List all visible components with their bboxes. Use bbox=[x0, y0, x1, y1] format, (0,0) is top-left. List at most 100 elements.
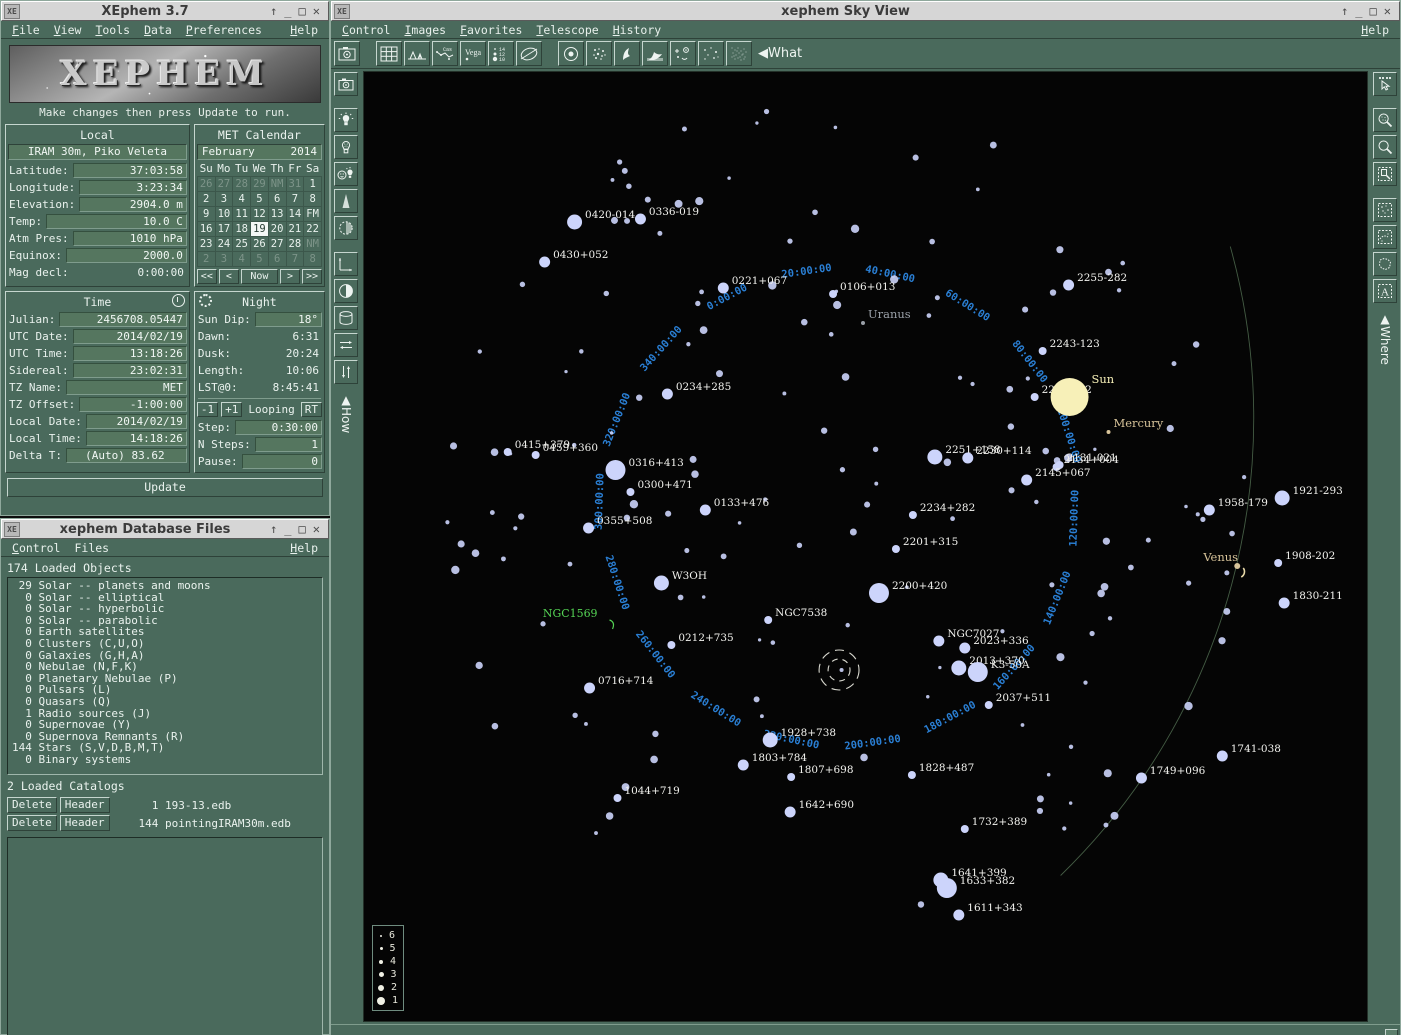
menu-tools[interactable]: Tools bbox=[88, 23, 137, 37]
sky-object-dot[interactable] bbox=[635, 214, 646, 225]
loop-rt-button[interactable]: RT bbox=[301, 402, 322, 417]
sky-object-dot[interactable] bbox=[1021, 475, 1032, 486]
sky-object-dot[interactable] bbox=[829, 290, 837, 298]
object-type-row[interactable]: 0 Clusters (C,U,O) bbox=[12, 638, 318, 650]
calendar-day[interactable]: 5 bbox=[251, 252, 269, 267]
menu-view[interactable]: View bbox=[47, 23, 89, 37]
catalog-header-button[interactable]: Header bbox=[60, 797, 110, 813]
calendar-day[interactable]: 21 bbox=[286, 222, 304, 237]
calendar-day[interactable]: 25 bbox=[233, 237, 251, 252]
calendar-day[interactable]: 12 bbox=[251, 207, 269, 222]
catalog-delete-button[interactable]: Delete bbox=[7, 815, 57, 831]
calendar-day[interactable]: 6 bbox=[268, 192, 286, 207]
star-cluster-icon[interactable] bbox=[586, 41, 612, 66]
sky-object-dot[interactable] bbox=[951, 661, 966, 676]
object-type-row[interactable]: 0 Quasars (Q) bbox=[12, 696, 318, 708]
value-delta-t[interactable]: (Auto) 83.62 bbox=[66, 448, 187, 463]
object-type-row[interactable]: 29 Solar -- planets and moons bbox=[12, 580, 318, 592]
value-atm-pres[interactable]: 1010 hPa bbox=[73, 231, 187, 246]
planet-dot-sun[interactable] bbox=[1051, 378, 1089, 416]
calendar-day[interactable]: 10 bbox=[215, 207, 233, 222]
sky-menu-history[interactable]: History bbox=[606, 23, 668, 37]
calendar-day[interactable]: 29 bbox=[251, 177, 269, 192]
sky-window-buttons[interactable]: ↑ _ □ ✕ bbox=[1341, 4, 1397, 18]
sky-menu-help[interactable]: Help bbox=[1354, 23, 1396, 37]
calendar-day[interactable]: 14 bbox=[286, 207, 304, 222]
what-label[interactable]: ◀What bbox=[754, 46, 802, 61]
calendar-day[interactable]: 27 bbox=[268, 237, 286, 252]
calendar-day[interactable]: 8 bbox=[304, 252, 322, 267]
value-tz-offset[interactable]: -1:00:00 bbox=[79, 397, 187, 412]
halftone-icon[interactable] bbox=[334, 216, 358, 240]
sky-object-dot[interactable] bbox=[962, 453, 973, 464]
calendar-day[interactable]: 22 bbox=[304, 222, 322, 237]
object-type-row[interactable]: 0 Supernovae (Y) bbox=[12, 719, 318, 731]
calendar-day[interactable]: 1 bbox=[304, 177, 322, 192]
menu-file[interactable]: File bbox=[5, 23, 47, 37]
calendar-day[interactable]: 4 bbox=[233, 192, 251, 207]
value-step[interactable]: 0:30:00 bbox=[235, 420, 322, 435]
maximize-up-icon[interactable]: ↑ bbox=[1341, 4, 1348, 18]
value-utc-time[interactable]: 13:18:26 bbox=[73, 346, 187, 361]
star-names-icon[interactable]: Vega bbox=[460, 41, 486, 66]
how-label[interactable]: ▲How bbox=[339, 393, 353, 433]
pointer-icon[interactable] bbox=[1373, 72, 1397, 96]
value-local-time[interactable]: 14:18:26 bbox=[86, 431, 187, 446]
calendar-day[interactable]: 3 bbox=[215, 252, 233, 267]
field-stars-icon[interactable] bbox=[698, 41, 724, 66]
calendar-day[interactable]: NM bbox=[268, 177, 286, 192]
sky-object-dot[interactable] bbox=[1275, 491, 1290, 506]
object-type-row[interactable]: 0 Binary systems bbox=[12, 754, 318, 766]
sky-object-dot[interactable] bbox=[908, 771, 916, 779]
calendar-day[interactable]: 28 bbox=[233, 177, 251, 192]
camera-icon[interactable] bbox=[334, 41, 360, 66]
sky-object-dot[interactable] bbox=[662, 389, 673, 400]
value-tz-name[interactable]: MET bbox=[66, 380, 187, 395]
constellation-figures-icon[interactable]: Cas bbox=[432, 41, 458, 66]
sky-object-dot[interactable] bbox=[504, 448, 512, 456]
db-menu-help[interactable]: Help bbox=[283, 541, 325, 555]
horizon-icon[interactable] bbox=[404, 41, 430, 66]
sky-object-dot[interactable] bbox=[892, 545, 900, 553]
sky-object-dot[interactable] bbox=[1136, 773, 1147, 784]
camera-icon[interactable] bbox=[334, 72, 358, 96]
dim-bulb-icon[interactable] bbox=[334, 135, 358, 159]
calendar-day[interactable]: 27 bbox=[215, 177, 233, 192]
sky-object-dot[interactable] bbox=[532, 451, 540, 459]
db-window-buttons[interactable]: ↑ _ □ ✕ bbox=[270, 522, 326, 536]
magnitude-scale-icon[interactable]: 141210 bbox=[488, 41, 514, 66]
where-label[interactable]: ▲Where bbox=[1378, 312, 1392, 365]
sky-object-dot[interactable] bbox=[1274, 559, 1282, 567]
restore-icon[interactable]: □ bbox=[299, 522, 306, 536]
calendar-day[interactable]: 2 bbox=[197, 192, 215, 207]
star-field-icon[interactable] bbox=[1373, 198, 1397, 222]
calendar-day[interactable]: 6 bbox=[268, 252, 286, 267]
maximize-up-icon[interactable]: ↑ bbox=[270, 4, 277, 18]
sky-object-dot[interactable] bbox=[1039, 347, 1047, 355]
calendar-day[interactable]: 24 bbox=[215, 237, 233, 252]
nebula-icon[interactable] bbox=[614, 41, 640, 66]
object-type-row[interactable]: 0 Nebulae (N,F,K) bbox=[12, 661, 318, 673]
sky-object-dot[interactable] bbox=[937, 878, 957, 898]
sky-object-dot[interactable] bbox=[606, 460, 626, 480]
sky-object-dot[interactable] bbox=[927, 450, 942, 465]
minimize-icon[interactable]: _ bbox=[284, 4, 291, 18]
value-sun-dip[interactable]: 18° bbox=[255, 312, 322, 327]
sky-object-dot[interactable] bbox=[626, 488, 634, 496]
grid-icon[interactable] bbox=[376, 41, 402, 66]
value-local-date[interactable]: 2014/02/19 bbox=[86, 414, 187, 429]
value-equinox[interactable]: 2000.0 bbox=[66, 248, 187, 263]
sky-object-dot[interactable] bbox=[1217, 751, 1228, 762]
ecliptic-icon[interactable] bbox=[516, 41, 542, 66]
calendar-day[interactable]: 4 bbox=[233, 252, 251, 267]
close-icon[interactable]: ✕ bbox=[313, 4, 320, 18]
sky-object-dot[interactable] bbox=[1204, 505, 1215, 516]
sky-menu-control[interactable]: Control bbox=[335, 23, 397, 37]
flip-horizontal-icon[interactable] bbox=[334, 333, 358, 357]
main-window-buttons[interactable]: ↑ _ □ ✕ bbox=[270, 4, 326, 18]
value-temp[interactable]: 10.0 C bbox=[46, 214, 187, 229]
sky-menu-images[interactable]: Images bbox=[397, 23, 453, 37]
cal-now-button[interactable]: Now bbox=[241, 269, 278, 284]
update-button[interactable]: Update bbox=[7, 478, 323, 497]
loop-minus-button[interactable]: -1 bbox=[197, 402, 218, 417]
